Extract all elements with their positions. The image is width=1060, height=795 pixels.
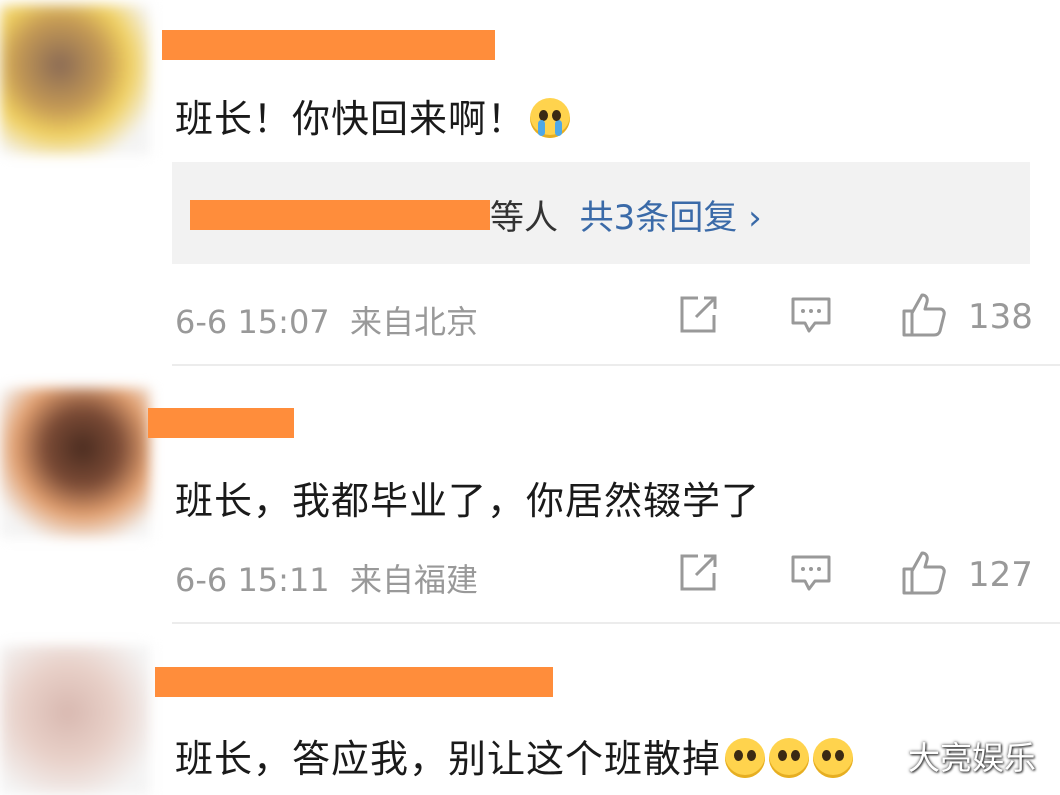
avatar[interactable]	[0, 645, 150, 795]
reply-suffix: 等人	[490, 198, 558, 238]
comment-text: 班长！你快回来啊！	[175, 88, 571, 143]
view-replies-link[interactable]: 共3条回复 ›	[580, 198, 762, 238]
pleading-face-icon	[813, 738, 854, 778]
pleading-face-icon	[725, 738, 766, 778]
location: 来自福建	[350, 561, 479, 599]
crying-face-icon	[530, 98, 571, 138]
divider	[172, 364, 1060, 366]
divider	[172, 622, 1060, 624]
redacted-username[interactable]	[155, 667, 553, 697]
reply-summary-text: 等人 共3条回复 ›	[490, 190, 762, 239]
like-icon[interactable]	[900, 549, 948, 597]
comment-text: 班长，答应我，别让这个班散掉	[175, 728, 854, 783]
watermark: 大亮娱乐	[908, 739, 1037, 777]
redacted-username[interactable]	[162, 30, 495, 60]
share-icon[interactable]	[676, 293, 720, 337]
share-icon[interactable]	[676, 551, 720, 595]
comment-icon[interactable]	[789, 551, 833, 595]
like-count: 138	[968, 297, 1033, 337]
comment-icon[interactable]	[789, 293, 833, 337]
comment-meta: 6-6 15:07 来自北京	[175, 297, 478, 343]
redacted-reply-users	[190, 200, 490, 230]
timestamp: 6-6 15:11	[175, 561, 330, 599]
avatar[interactable]	[0, 388, 150, 538]
pleading-face-icon	[769, 738, 810, 778]
comment-text: 班长，我都毕业了，你居然辍学了	[175, 479, 761, 523]
redacted-username[interactable]	[148, 408, 294, 438]
reply-summary[interactable]: 等人 共3条回复 ›	[172, 162, 1030, 264]
like-icon[interactable]	[900, 291, 948, 339]
like-count: 127	[968, 555, 1033, 595]
timestamp: 6-6 15:07	[175, 303, 330, 341]
comment-meta: 6-6 15:11 来自福建	[175, 555, 478, 601]
location: 来自北京	[350, 303, 479, 341]
avatar[interactable]	[0, 5, 150, 155]
